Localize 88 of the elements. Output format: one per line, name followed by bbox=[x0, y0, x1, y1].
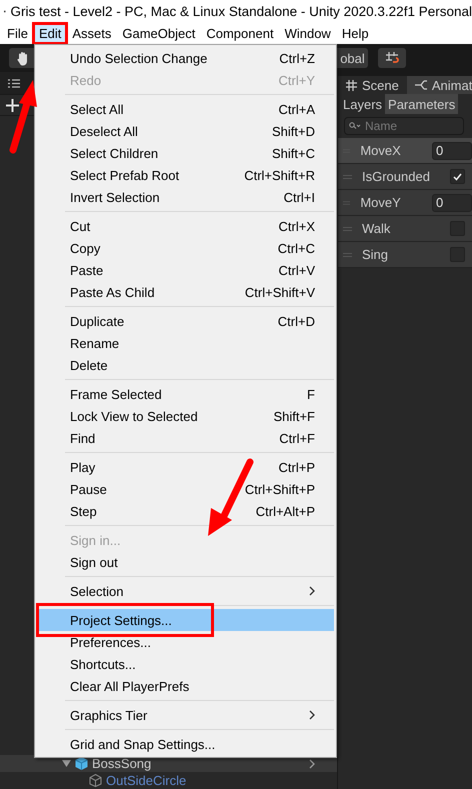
cube-outline-icon bbox=[89, 774, 102, 787]
menu-item[interactable]: Delete bbox=[37, 354, 334, 376]
shortcut-text: Ctrl+Z bbox=[279, 50, 315, 66]
shortcut-text: Shift+D bbox=[272, 124, 315, 138]
shortcut-text: Ctrl+Shift+V bbox=[244, 284, 315, 300]
list-icon bbox=[8, 78, 20, 88]
menu-item[interactable]: Rename bbox=[37, 332, 334, 354]
shortcut-text: Shift+F bbox=[273, 408, 315, 424]
global-toggle-button[interactable]: obal bbox=[337, 48, 368, 68]
shortcut-text: Ctrl+Shift+P bbox=[244, 482, 315, 496]
menu-item[interactable]: Deselect All Shift+D bbox=[37, 120, 334, 142]
menu-item[interactable]: Project Settings... bbox=[37, 609, 334, 631]
parameter-name: MoveY bbox=[360, 195, 402, 210]
menu-bar-item[interactable]: Help bbox=[336, 24, 374, 42]
parameter-row[interactable]: Sing bbox=[338, 242, 472, 268]
menu-item[interactable]: Find Ctrl+F bbox=[37, 427, 334, 449]
shortcut-text: Ctrl+F bbox=[279, 430, 315, 446]
window-title: Gris test - Level2 - PC, Mac & Linux Standalone - Unity 2020.3.22f1 Personal bbox=[10, 4, 472, 18]
menu-item[interactable]: Pause Ctrl+Shift+P bbox=[37, 478, 334, 500]
hand-icon bbox=[16, 50, 30, 66]
shortcut-text: F bbox=[307, 386, 315, 402]
menu-item[interactable]: Sign out bbox=[37, 551, 334, 573]
shortcut-text: Ctrl+D bbox=[278, 314, 315, 328]
menu-bar-item[interactable]: File bbox=[2, 24, 33, 42]
shortcut-text: Ctrl+I bbox=[284, 190, 315, 204]
subtab[interactable]: Layers bbox=[340, 94, 386, 114]
menu-item[interactable]: Selection bbox=[37, 580, 334, 602]
parameter-name: Sing bbox=[362, 247, 390, 262]
menu-bar-item[interactable]: GameObject bbox=[117, 24, 200, 42]
parameter-row[interactable]: MoveX 0 bbox=[338, 138, 472, 164]
menu-bar-item[interactable]: Window bbox=[280, 24, 336, 42]
grid-snap-icon bbox=[385, 51, 399, 65]
shortcut-text: Ctrl+P bbox=[278, 460, 315, 474]
shortcut-text: Ctrl+X bbox=[278, 218, 315, 234]
branch-icon bbox=[414, 80, 427, 90]
menu-item[interactable]: Clear All PlayerPrefs bbox=[37, 675, 334, 697]
parameter-row[interactable]: MoveY 0 bbox=[338, 190, 472, 216]
menu-item[interactable]: Step Ctrl+Alt+P bbox=[37, 500, 334, 522]
shortcut-text: Ctrl+Shift+R bbox=[244, 168, 315, 182]
shortcut-text: Ctrl+A bbox=[278, 102, 315, 116]
subtab[interactable]: Parameters bbox=[385, 94, 458, 114]
shortcut-text: Ctrl+V bbox=[278, 262, 315, 278]
menu-item[interactable]: Copy Ctrl+C bbox=[37, 237, 334, 259]
search-icon bbox=[349, 122, 361, 130]
parameter-name: IsGrounded bbox=[362, 169, 431, 184]
menu-item[interactable]: Select Children Shift+C bbox=[37, 142, 334, 164]
menu-item[interactable]: Cut Ctrl+X bbox=[37, 215, 334, 237]
shortcut-text: Ctrl+Y bbox=[278, 72, 315, 88]
checkmark-icon bbox=[453, 172, 462, 180]
menu-item[interactable]: Preferences... bbox=[37, 631, 334, 653]
menu-item[interactable]: Paste Ctrl+V bbox=[37, 259, 334, 281]
menu-bar-item[interactable]: Assets bbox=[67, 24, 116, 42]
menu-item[interactable]: Lock View to Selected Shift+F bbox=[37, 405, 334, 427]
menu-item[interactable]: Duplicate Ctrl+D bbox=[37, 310, 334, 332]
expand-triangle-icon[interactable] bbox=[62, 760, 71, 768]
menu-item[interactable]: Paste As Child Ctrl+Shift+V bbox=[37, 281, 334, 303]
menu-item[interactable]: Frame Selected F bbox=[37, 383, 334, 405]
shortcut-text: Ctrl+Alt+P bbox=[256, 504, 315, 518]
hierarchy-row[interactable]: OutSideCircle bbox=[0, 772, 337, 789]
panel-tab[interactable]: Scene bbox=[338, 76, 407, 94]
shortcut-text: Shift+C bbox=[272, 146, 315, 160]
search-field[interactable]: Name bbox=[344, 117, 464, 135]
menu-bar-item[interactable]: Component bbox=[201, 24, 279, 42]
search-input[interactable]: Name bbox=[365, 119, 435, 133]
menu-item[interactable]: Select All Ctrl+A bbox=[37, 98, 334, 120]
chevron-icon bbox=[309, 710, 315, 720]
checkbox[interactable] bbox=[450, 169, 465, 184]
menu-item[interactable]: Grid and Snap Settings... bbox=[37, 733, 334, 755]
parameter-name: MoveX bbox=[360, 143, 402, 158]
grid-icon bbox=[346, 80, 357, 90]
menu-item[interactable]: Undo Selection Change Ctrl+Z bbox=[37, 47, 334, 69]
value-field[interactable]: 0 bbox=[432, 194, 472, 212]
add-icon[interactable] bbox=[6, 98, 19, 112]
parameter-name: Walk bbox=[362, 221, 392, 236]
chevron-icon bbox=[309, 586, 315, 596]
shortcut-text: Ctrl+C bbox=[278, 240, 315, 256]
parameter-row[interactable]: Walk bbox=[338, 216, 472, 242]
menu-item[interactable]: Shortcuts... bbox=[37, 653, 334, 675]
panel-tab[interactable]: Animat bbox=[406, 76, 472, 94]
value-field[interactable]: 0 bbox=[432, 142, 472, 160]
menu-item[interactable]: Invert Selection Ctrl+I bbox=[37, 186, 334, 208]
parameter-row[interactable]: IsGrounded bbox=[338, 164, 472, 190]
menu-item[interactable]: Select Prefab Root Ctrl+Shift+R bbox=[37, 164, 334, 186]
grid-snap-button[interactable] bbox=[378, 48, 406, 68]
menu-item[interactable]: Play Ctrl+P bbox=[37, 456, 334, 478]
menu-bar-item[interactable]: Edit bbox=[34, 24, 66, 42]
menu-item[interactable]: Graphics Tier bbox=[37, 704, 334, 726]
chevron-icon[interactable] bbox=[309, 758, 315, 768]
